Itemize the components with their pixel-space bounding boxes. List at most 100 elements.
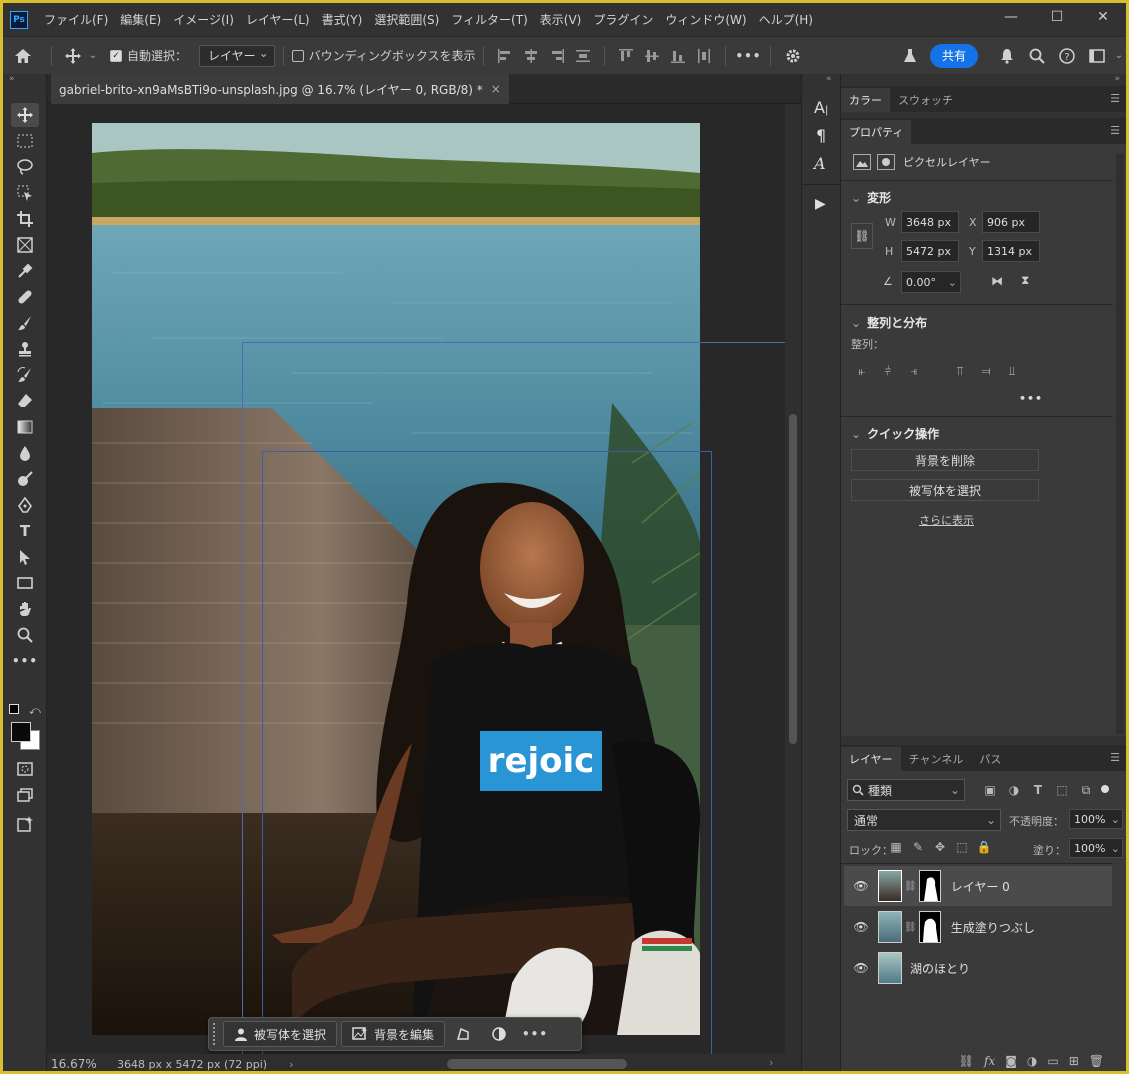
menu-select[interactable]: 選択範囲(S) [368,11,445,28]
lock-position-icon[interactable]: ✥ [931,838,949,856]
document-image[interactable]: rejoic [92,123,700,1035]
pen-tool-icon[interactable] [11,493,39,517]
vertical-scroll-thumb[interactable] [789,414,797,744]
filter-adjustment-icon[interactable]: ◑ [1005,781,1023,799]
show-bounding-box-checkbox[interactable]: バウンディングボックスを表示 [291,44,475,68]
glyphs-panel-icon[interactable]: A [814,154,826,173]
align-left-icon[interactable]: ⫦ [853,362,871,380]
checkbox-unchecked-icon[interactable] [291,49,304,62]
horizontal-scroll-thumb[interactable] [447,1059,627,1069]
align-horizontal-centers-icon[interactable] [518,44,544,68]
lasso-tool-icon[interactable] [11,155,39,179]
menu-window[interactable]: ウィンドウ(W) [659,11,752,28]
lock-all-icon[interactable]: 🔒 [975,838,993,856]
screen-mode-icon[interactable] [11,783,39,807]
object-selection-tool-icon[interactable] [11,181,39,205]
move-tool-icon[interactable] [60,44,86,68]
canvas-area[interactable]: rejoic [47,104,801,1054]
layer-mask-thumbnail[interactable] [918,911,941,943]
menu-type[interactable]: 書式(Y) [316,11,369,28]
select-subject-quick-button[interactable]: 被写体を選択 [851,479,1039,501]
layer-row[interactable]: 👁 ⛓ 生成塗りつぶし [844,907,1112,947]
visibility-eye-icon[interactable]: 👁 [850,961,872,975]
layer-row[interactable]: 👁 ⛓ レイヤー 0 [844,866,1112,906]
distribute-horizontal-icon[interactable] [691,44,717,68]
menu-file[interactable]: ファイル(F) [38,11,114,28]
menu-image[interactable]: イメージ(I) [167,11,240,28]
align-bottom-icon[interactable]: ⫫ [1003,362,1021,380]
drag-handle-icon[interactable] [213,1023,219,1045]
character-panel-icon[interactable]: A| [814,98,828,117]
quick-mask-icon[interactable] [11,757,39,781]
menu-filter[interactable]: フィルター(T) [445,11,533,28]
healing-brush-tool-icon[interactable] [11,285,39,309]
edit-background-button[interactable]: 背景を編集 [341,1021,446,1047]
blend-mode-dropdown[interactable]: 通常 ⌄ [847,809,1001,831]
align-top-icon[interactable]: ⫪ [951,362,969,380]
link-layers-icon[interactable]: ⛓ [959,1054,974,1068]
zoom-level[interactable]: 16.67% [51,1057,111,1071]
collapse-toolbar-icon[interactable]: » [9,74,15,84]
crop-tool-icon[interactable] [11,207,39,231]
link-dimensions-icon[interactable]: ⛓ [851,223,873,249]
tab-swatches[interactable]: スウォッチ [890,88,961,112]
tab-paths[interactable]: パス [971,747,1009,771]
new-group-icon[interactable]: ▭ [1047,1054,1058,1068]
checkbox-checked-icon[interactable]: ✓ [110,49,122,62]
y-field[interactable]: 1314 px [982,240,1040,262]
lock-artboard-icon[interactable]: ⬚ [953,838,971,856]
minimize-icon[interactable]: — [988,3,1034,31]
color-panel-menu-icon[interactable]: ☰ [1110,92,1120,105]
generative-expand-icon[interactable] [11,812,39,836]
x-field[interactable]: 906 px [982,211,1040,233]
eraser-tool-icon[interactable] [11,389,39,413]
auto-select-checkbox[interactable]: ✓ 自動選択： [110,44,187,68]
actions-play-icon[interactable]: ▶ [815,196,826,212]
workspace-icon[interactable] [1082,44,1112,68]
transform-icon[interactable] [445,1022,481,1046]
hand-tool-icon[interactable] [11,597,39,621]
align-center-h-icon[interactable]: ⫩ [879,362,897,380]
show-more-link[interactable]: さらに表示 [919,512,974,528]
align-right-edges-icon[interactable] [544,44,570,68]
visibility-eye-icon[interactable]: 👁 [850,920,872,934]
transform-section-title[interactable]: ⌄ 変形 [851,189,891,206]
remove-background-button[interactable]: 背景を削除 [851,449,1039,471]
quick-actions-section-title[interactable]: ⌄ クイック操作 [851,425,939,442]
scroll-right-icon[interactable]: › [769,1056,773,1069]
vertical-scrollbar[interactable] [785,104,801,1054]
close-tab-icon[interactable]: × [491,82,501,96]
brush-tool-icon[interactable] [11,311,39,335]
menu-help[interactable]: ヘルプ(H) [753,11,819,28]
angle-chevron-icon[interactable]: ⌄ [948,276,957,289]
fill-chevron-icon[interactable]: ⌄ [1111,842,1120,855]
home-icon[interactable] [3,44,43,68]
search-icon[interactable] [1022,44,1052,68]
new-layer-icon[interactable]: ⊞ [1069,1054,1079,1068]
tab-layers[interactable]: レイヤー [841,747,901,771]
align-right-icon[interactable]: ⫣ [905,362,923,380]
marquee-tool-icon[interactable] [11,129,39,153]
document-tab[interactable]: gabriel-brito-xn9aMsBTi9o-unsplash.jpg @… [51,74,509,104]
width-field[interactable]: 3648 px [901,211,959,233]
height-field[interactable]: 5472 px [901,240,959,262]
menu-view[interactable]: 表示(V) [534,11,588,28]
dodge-tool-icon[interactable] [11,467,39,491]
bell-icon[interactable] [992,44,1022,68]
zoom-tool-icon[interactable] [11,623,39,647]
menu-edit[interactable]: 編集(E) [114,11,167,28]
angle-field[interactable]: 0.00° ⌄ [901,271,961,293]
blur-tool-icon[interactable] [11,441,39,465]
align-vertical-centers-icon[interactable] [639,44,665,68]
tool-preset-chevron-icon[interactable]: ⌄ [86,44,100,68]
share-button[interactable]: 共有 [929,43,978,68]
layer-mask-thumbnail[interactable] [918,870,941,902]
history-brush-tool-icon[interactable] [11,363,39,387]
blend-chevron-icon[interactable]: ⌄ [986,813,996,827]
menu-layer[interactable]: レイヤー(L) [240,11,316,28]
tab-properties[interactable]: プロパティ [841,120,912,144]
align-left-edges-icon[interactable] [492,44,518,68]
type-tool-icon[interactable]: T [11,519,39,543]
layers-panel-menu-icon[interactable]: ☰ [1110,751,1120,764]
visibility-eye-icon[interactable]: 👁 [850,879,872,893]
